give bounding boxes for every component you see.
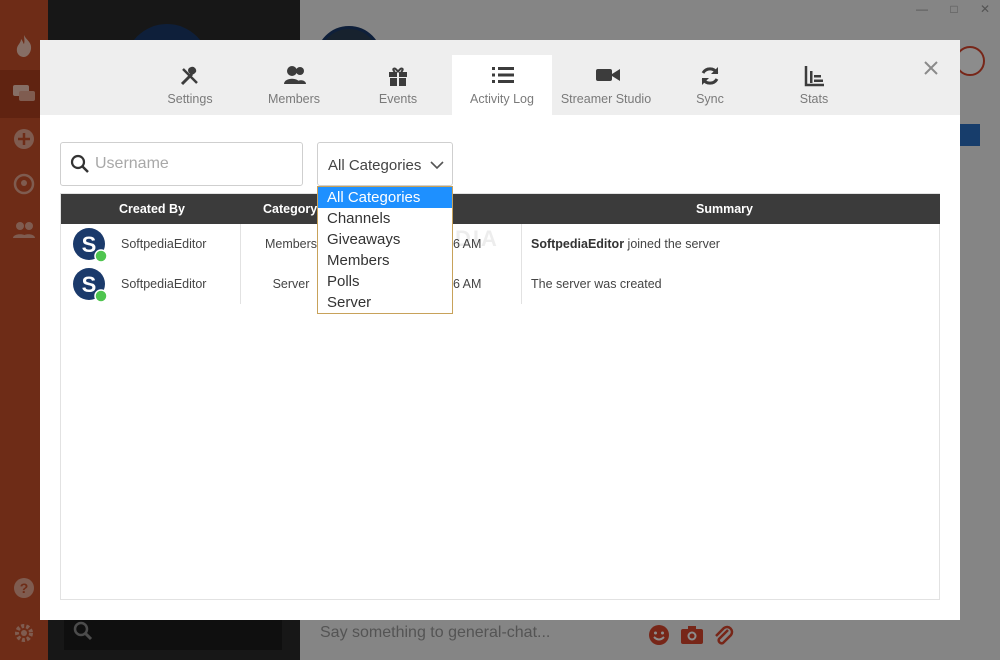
category-option[interactable]: Channels xyxy=(318,208,452,229)
search-icon xyxy=(70,154,90,174)
column-divider xyxy=(240,224,241,304)
category-select[interactable]: All Categories xyxy=(317,142,453,186)
tab-label: Settings xyxy=(167,92,213,106)
category-option[interactable]: All Categories xyxy=(318,187,452,208)
sync-icon xyxy=(699,65,721,87)
summary: SoftpediaEditor joined the server xyxy=(531,237,720,251)
tab-label: Members xyxy=(267,92,321,106)
table-header: Created By Category Summary xyxy=(61,194,940,224)
category-option[interactable]: Polls xyxy=(318,271,452,292)
summary-user: SoftpediaEditor xyxy=(531,237,625,251)
category-option[interactable]: Members xyxy=(318,250,452,271)
created-by: SoftpediaEditor xyxy=(121,237,207,251)
tab-stats[interactable]: Stats xyxy=(764,55,864,115)
header-category[interactable]: Category xyxy=(263,202,317,216)
video-camera-icon xyxy=(595,65,620,87)
tab-label: Stats xyxy=(799,92,829,106)
category-option[interactable]: Server xyxy=(318,292,452,313)
svg-text:S: S xyxy=(82,272,97,297)
category-option[interactable]: Giveaways xyxy=(318,229,452,250)
category-dropdown: All Categories Channels Giveaways Member… xyxy=(317,186,453,314)
username-input[interactable] xyxy=(95,151,295,177)
created-by: SoftpediaEditor xyxy=(121,277,207,291)
tab-sync[interactable]: Sync xyxy=(660,55,760,115)
header-created-by[interactable]: Created By xyxy=(119,202,185,216)
summary: The server was created xyxy=(531,277,662,291)
tab-label: Activity Log xyxy=(470,92,534,106)
tab-streamer-studio[interactable]: Streamer Studio xyxy=(556,55,656,115)
avatar: S xyxy=(73,268,108,303)
category-selected-value: All Categories xyxy=(328,157,422,174)
tab-label: Events xyxy=(378,92,418,106)
summary-text: joined the server xyxy=(624,237,720,251)
tab-events[interactable]: Events xyxy=(348,55,448,115)
tab-settings[interactable]: Settings xyxy=(140,55,240,115)
table-row[interactable]: S SoftpediaEditor Members 06 AM Softpedi… xyxy=(61,224,940,264)
list-icon xyxy=(491,65,514,87)
tab-label: Streamer Studio xyxy=(560,92,652,106)
tab-bar: Settings Members Events Activity Log Str… xyxy=(40,40,960,115)
tab-members[interactable]: Members xyxy=(244,55,344,115)
column-divider xyxy=(521,224,522,304)
header-summary[interactable]: Summary xyxy=(696,202,753,216)
chevron-down-icon xyxy=(430,158,444,172)
avatar: S xyxy=(73,228,108,263)
chart-icon xyxy=(803,65,825,87)
activity-log-table: Created By Category Summary S SoftpediaE… xyxy=(60,193,940,600)
members-icon xyxy=(283,65,306,87)
close-icon[interactable] xyxy=(920,57,942,79)
svg-text:S: S xyxy=(82,232,97,257)
server-settings-modal: Settings Members Events Activity Log Str… xyxy=(40,40,960,620)
summary-text: The server was created xyxy=(531,277,662,291)
tab-activity-log[interactable]: Activity Log xyxy=(452,55,552,115)
gift-icon xyxy=(387,65,409,87)
table-row[interactable]: S SoftpediaEditor Server 06 AM The serve… xyxy=(61,264,940,304)
username-filter[interactable] xyxy=(60,142,303,186)
tools-icon xyxy=(179,65,201,87)
tab-label: Sync xyxy=(696,92,724,106)
